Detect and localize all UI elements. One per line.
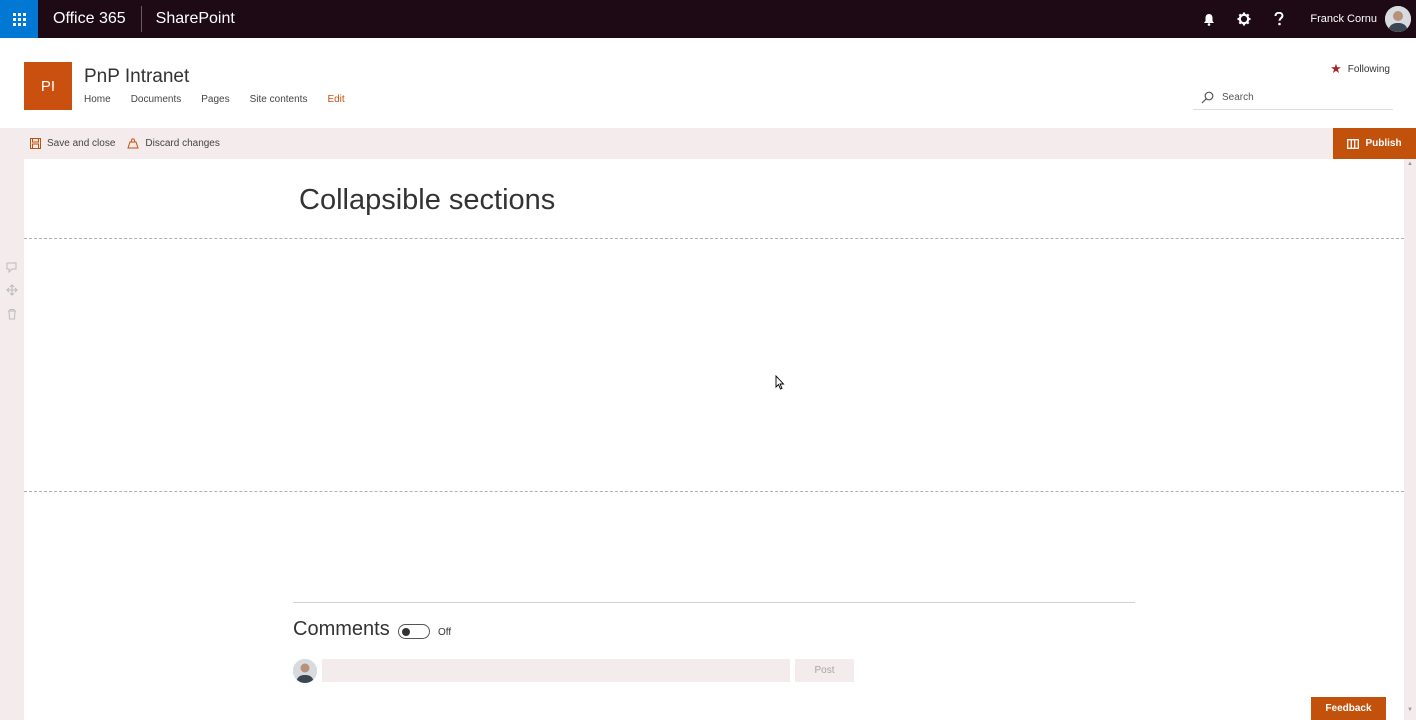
- sharepoint-app-link[interactable]: SharePoint: [142, 10, 249, 28]
- help-button[interactable]: [1261, 0, 1296, 38]
- comments-heading: Comments: [293, 618, 390, 640]
- app-launcher-icon: [12, 12, 26, 26]
- comments-divider: [293, 602, 1135, 603]
- edit-section-icon[interactable]: [6, 261, 18, 273]
- gear-icon: [1237, 12, 1251, 26]
- feedback-button[interactable]: Feedback: [1311, 697, 1386, 720]
- post-button[interactable]: Post: [795, 659, 854, 682]
- site-header: PI PnP Intranet Home Documents Pages Sit…: [0, 38, 1416, 128]
- user-avatar-icon: [1385, 6, 1411, 32]
- following-label: Following: [1347, 63, 1390, 75]
- office-365-brand[interactable]: Office 365: [38, 10, 141, 28]
- notifications-button[interactable]: [1191, 0, 1226, 38]
- nav-item-documents[interactable]: Documents: [131, 94, 182, 105]
- comments-toggle[interactable]: [398, 624, 430, 639]
- scrollbar[interactable]: [1404, 159, 1416, 720]
- page-title[interactable]: Collapsible sections: [299, 184, 555, 217]
- site-title[interactable]: PnP Intranet: [84, 66, 189, 88]
- nav-item-pages[interactable]: Pages: [201, 94, 229, 105]
- settings-button[interactable]: [1226, 0, 1261, 38]
- user-avatar-icon: [293, 659, 317, 683]
- nav-edit-link[interactable]: Edit: [327, 94, 344, 105]
- suite-right-area: Franck Cornu: [1191, 0, 1416, 38]
- discard-changes-label: Discard changes: [145, 138, 220, 149]
- save-and-close-button[interactable]: Save and close: [30, 138, 115, 149]
- site-logo[interactable]: PI: [24, 62, 72, 110]
- publish-icon: [1347, 138, 1360, 149]
- help-icon: [1274, 12, 1284, 26]
- following-button[interactable]: ★ Following: [1330, 61, 1390, 77]
- avatar: [293, 659, 317, 683]
- bell-icon: [1203, 13, 1214, 26]
- search-icon: [1201, 91, 1214, 104]
- publish-label: Publish: [1365, 138, 1402, 149]
- move-section-icon[interactable]: [6, 284, 18, 296]
- command-bar: Save and close Discard changes Publish: [0, 128, 1416, 159]
- save-icon: [30, 138, 41, 149]
- nav-item-site-contents[interactable]: Site contents: [250, 94, 308, 105]
- section-bottom-border: [24, 491, 1404, 492]
- suite-bar: Office 365 SharePoint Franck Cornu: [0, 0, 1416, 38]
- discard-icon: [127, 138, 140, 149]
- site-navigation: Home Documents Pages Site contents Edit: [84, 94, 365, 105]
- discard-changes-button[interactable]: Discard changes: [127, 138, 220, 149]
- comment-input[interactable]: [322, 659, 790, 682]
- app-launcher-button[interactable]: [0, 0, 38, 38]
- comments-toggle-label: Off: [438, 627, 452, 638]
- scroll-up-icon[interactable]: ▲: [1407, 161, 1413, 167]
- save-and-close-label: Save and close: [47, 138, 116, 149]
- star-icon: ★: [1330, 61, 1342, 76]
- mouse-pointer-icon: [775, 375, 785, 390]
- search-placeholder: Search: [1222, 92, 1254, 103]
- publish-button[interactable]: Publish: [1333, 128, 1416, 159]
- nav-item-home[interactable]: Home: [84, 94, 111, 105]
- section-toolbar: [0, 159, 24, 720]
- delete-section-icon[interactable]: [6, 308, 18, 320]
- user-name[interactable]: Franck Cornu: [1310, 13, 1377, 25]
- section-top-border: [24, 238, 1404, 239]
- avatar[interactable]: [1385, 6, 1411, 32]
- search-box[interactable]: Search: [1193, 86, 1393, 110]
- toggle-knob: [402, 628, 410, 636]
- scroll-down-icon[interactable]: ▼: [1407, 707, 1413, 713]
